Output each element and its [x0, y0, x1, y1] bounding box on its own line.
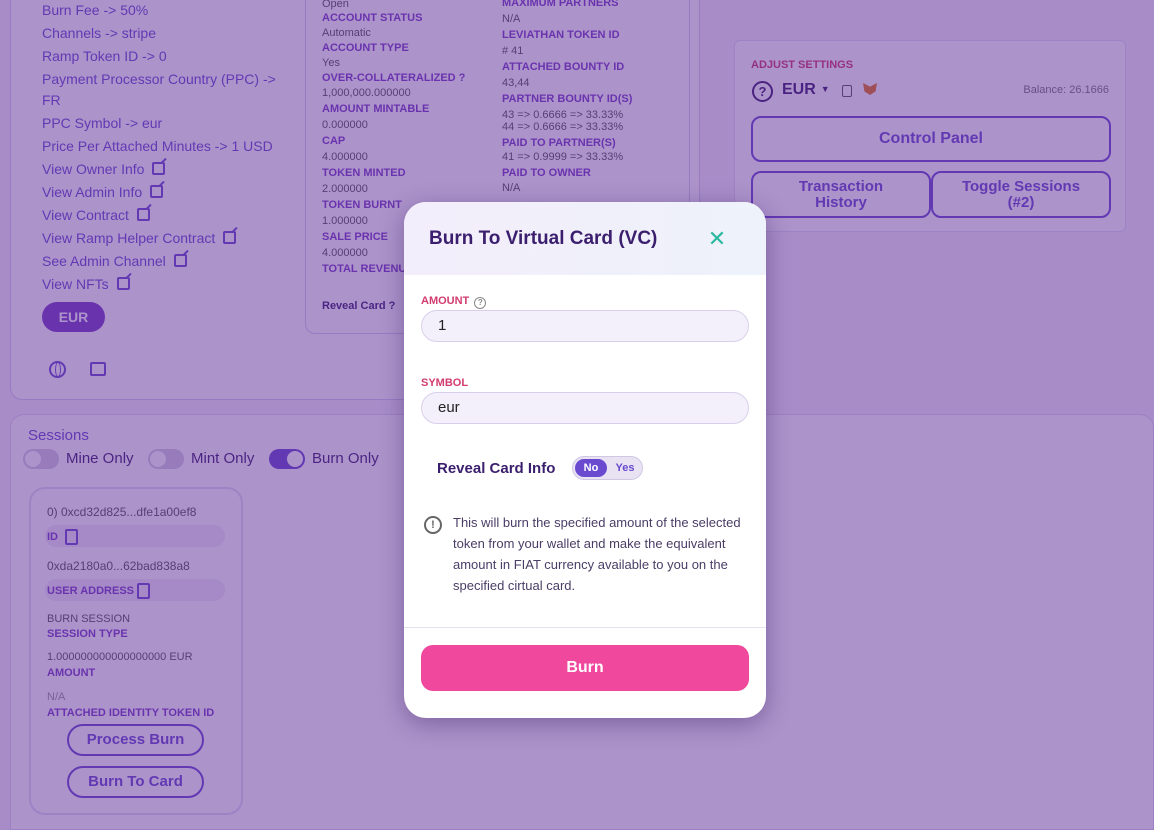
notice-text: This will burn the specified amount of t…	[453, 515, 741, 593]
symbol-label: SYMBOL	[421, 377, 469, 389]
amount-label-text: AMOUNT	[421, 295, 470, 307]
close-icon[interactable]: ✕	[707, 228, 727, 250]
question-icon[interactable]: ?	[474, 297, 487, 309]
amount-label: AMOUNT?	[421, 295, 487, 309]
burn-button[interactable]: Burn	[421, 645, 749, 691]
burn-to-virtual-card-modal: Burn To Virtual Card (VC) ✕ AMOUNT? 1 SY…	[404, 202, 766, 718]
burn-notice: ! This will burn the specified amount of…	[404, 496, 766, 628]
alert-icon: !	[424, 516, 442, 534]
reveal-card-info-label: Reveal Card Info	[437, 460, 556, 477]
symbol-input[interactable]: eur	[421, 392, 749, 424]
reveal-card-toggle[interactable]: No Yes	[572, 456, 643, 480]
reveal-no-option[interactable]: No	[575, 459, 607, 477]
reveal-yes-option[interactable]: Yes	[609, 459, 641, 477]
amount-input[interactable]: 1	[421, 310, 749, 342]
modal-title: Burn To Virtual Card (VC)	[429, 228, 658, 249]
